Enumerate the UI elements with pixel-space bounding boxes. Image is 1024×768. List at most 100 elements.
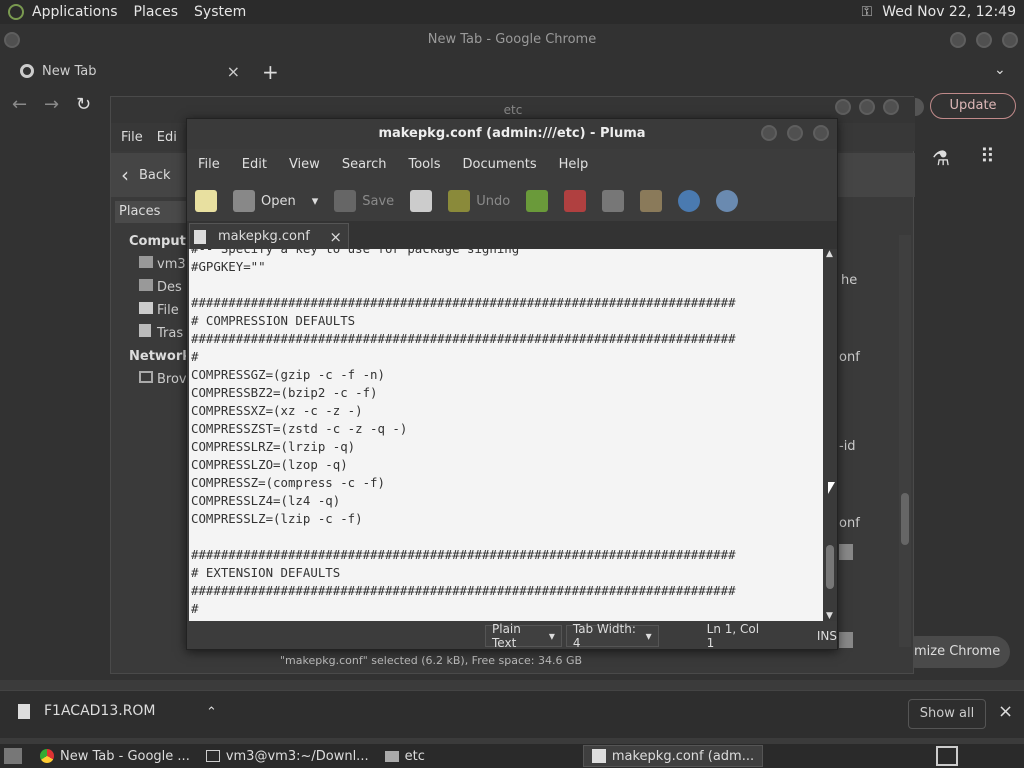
save-button[interactable]: Save — [326, 183, 402, 219]
menu-edit[interactable]: Edit — [231, 157, 278, 172]
chrome-close-button[interactable] — [1002, 32, 1018, 48]
sidebar-item-label: Des — [157, 280, 182, 295]
editor-scrollbar[interactable]: ▲ ▼ — [823, 249, 837, 621]
labs-flask-icon[interactable]: ⚗ — [932, 146, 950, 170]
drive-icon — [139, 302, 153, 314]
customize-chrome-label: mize Chrome — [914, 644, 1001, 659]
customize-chrome-button[interactable]: mize Chrome — [900, 636, 1010, 668]
chrome-window-title: New Tab - Google Chrome — [427, 32, 597, 47]
menu-search[interactable]: Search — [331, 157, 398, 172]
save-icon — [334, 190, 357, 212]
menu-applications[interactable]: Applications — [24, 4, 126, 20]
back-arrow-icon[interactable]: ← — [12, 94, 27, 115]
chevron-down-icon: ▾ — [645, 629, 652, 643]
fm-minimize-button[interactable] — [835, 99, 851, 115]
key-icon[interactable]: ⚿ — [862, 4, 873, 20]
document-tab-label: makepkg.conf — [218, 229, 310, 244]
update-button[interactable]: Update — [930, 93, 1016, 119]
sidebar-item-desktop[interactable]: Des — [129, 276, 191, 299]
clock[interactable]: Wed Nov 22, 12:49 — [882, 4, 1016, 20]
chrome-maximize-button[interactable] — [976, 32, 992, 48]
menu-help[interactable]: Help — [548, 157, 600, 172]
download-item[interactable]: F1ACAD13.ROM — [18, 703, 156, 719]
fm-menu-edit[interactable]: Edi — [153, 130, 181, 145]
task-chrome[interactable]: New Tab - Google ... — [32, 745, 198, 767]
chrome-minimize-button[interactable] — [950, 32, 966, 48]
open-dropdown-icon[interactable]: ▾ — [312, 194, 319, 209]
menu-places[interactable]: Places — [126, 4, 187, 20]
chrome-tab-new-tab[interactable]: New Tab × — [10, 58, 246, 84]
text-editor-area[interactable]: #-- Specify a key to use for package sig… — [189, 249, 823, 621]
sidebar-item-browse-network[interactable]: Brov — [129, 368, 191, 391]
pluma-window-title: makepkg.conf (admin:///etc) - Pluma — [187, 119, 837, 149]
print-button[interactable] — [402, 183, 440, 219]
sidebar-item-trash[interactable]: Tras — [129, 322, 191, 345]
paste-button[interactable] — [632, 183, 670, 219]
task-terminal[interactable]: vm3@vm3:~/Downl... — [198, 745, 377, 767]
task-pluma[interactable]: makepkg.conf (adm... — [582, 745, 764, 767]
apps-grid-icon[interactable]: ⠿ — [980, 144, 995, 168]
undo-button[interactable]: Undo — [440, 183, 518, 219]
document-tab-close-icon[interactable]: × — [329, 228, 342, 246]
redo-arrow-icon — [526, 190, 549, 212]
fm-maximize-button[interactable] — [859, 99, 875, 115]
downloads-close-icon[interactable]: × — [998, 701, 1013, 722]
tab-search-chevron-icon[interactable]: ⌄ — [994, 62, 1006, 78]
reload-icon[interactable]: ↻ — [76, 94, 91, 115]
task-file-manager[interactable]: etc — [377, 745, 433, 767]
clipboard-icon — [640, 190, 663, 212]
distro-logo-icon[interactable] — [8, 4, 24, 20]
new-tab-plus-icon[interactable]: + — [262, 60, 279, 84]
tab-close-icon[interactable]: × — [227, 62, 240, 81]
fm-back-label: Back — [139, 167, 171, 183]
desktop-folder-icon — [139, 279, 153, 291]
sidebar-item-label: Brov — [157, 372, 187, 387]
tab-width-selector[interactable]: Tab Width: 4 ▾ — [565, 622, 659, 650]
cut-button[interactable] — [556, 183, 594, 219]
pluma-close-button[interactable] — [813, 125, 829, 141]
open-button[interactable]: Open ▾ — [225, 183, 326, 219]
fm-close-button[interactable] — [883, 99, 899, 115]
forward-arrow-icon[interactable]: → — [44, 94, 59, 115]
document-tabbar: makepkg.conf × — [187, 221, 837, 249]
download-options-chevron-icon[interactable]: ⌃ — [206, 705, 217, 720]
pluma-status-bar: Plain Text ▾ Tab Width: 4 ▾ Ln 1, Col 1 … — [187, 622, 837, 650]
workspace-switcher-icon[interactable] — [936, 746, 958, 766]
menu-system[interactable]: System — [186, 4, 254, 20]
open-label: Open — [261, 193, 296, 209]
fm-back-button[interactable]: ‹ Back — [121, 163, 171, 187]
fm-menu-file[interactable]: File — [111, 130, 153, 145]
redo-button[interactable] — [518, 183, 556, 219]
fm-scroll-thumb[interactable] — [901, 493, 909, 545]
document-tab-makepkg-conf[interactable]: makepkg.conf × — [189, 223, 349, 249]
menu-view[interactable]: View — [278, 157, 331, 172]
menu-tools[interactable]: Tools — [397, 157, 451, 172]
show-all-button[interactable]: Show all — [908, 699, 986, 729]
language-selector[interactable]: Plain Text ▾ — [485, 622, 562, 650]
sidebar-item-label: vm3 — [157, 257, 186, 272]
fm-places-selector[interactable]: Places — [115, 201, 195, 223]
pluma-maximize-button[interactable] — [787, 125, 803, 141]
fm-file-icon[interactable] — [839, 632, 853, 648]
fm-file-icon[interactable] — [839, 544, 853, 560]
sidebar-item-label: Tras — [157, 326, 184, 341]
sidebar-item-vm3[interactable]: vm3 — [129, 253, 191, 276]
menu-documents[interactable]: Documents — [452, 157, 548, 172]
scroll-down-arrow-icon[interactable]: ▼ — [826, 611, 833, 621]
sidebar-item-filesystem[interactable]: File — [129, 299, 191, 322]
show-desktop-icon[interactable] — [4, 748, 22, 764]
menu-file[interactable]: File — [187, 157, 231, 172]
insert-mode: INS — [816, 629, 837, 643]
pluma-minimize-button[interactable] — [761, 125, 777, 141]
new-document-button[interactable] — [187, 183, 225, 219]
replace-button[interactable] — [708, 183, 746, 219]
find-button[interactable] — [670, 183, 708, 219]
scroll-up-arrow-icon[interactable]: ▲ — [826, 249, 833, 259]
editor-scroll-thumb[interactable] — [826, 545, 834, 589]
fm-places-label: Places — [119, 204, 161, 219]
fm-scrollbar[interactable] — [899, 235, 911, 647]
sidebar-item-label: File — [157, 303, 179, 318]
fm-file-label-3: -id — [839, 439, 856, 454]
copy-button[interactable] — [594, 183, 632, 219]
tab-label: New Tab — [42, 63, 97, 79]
